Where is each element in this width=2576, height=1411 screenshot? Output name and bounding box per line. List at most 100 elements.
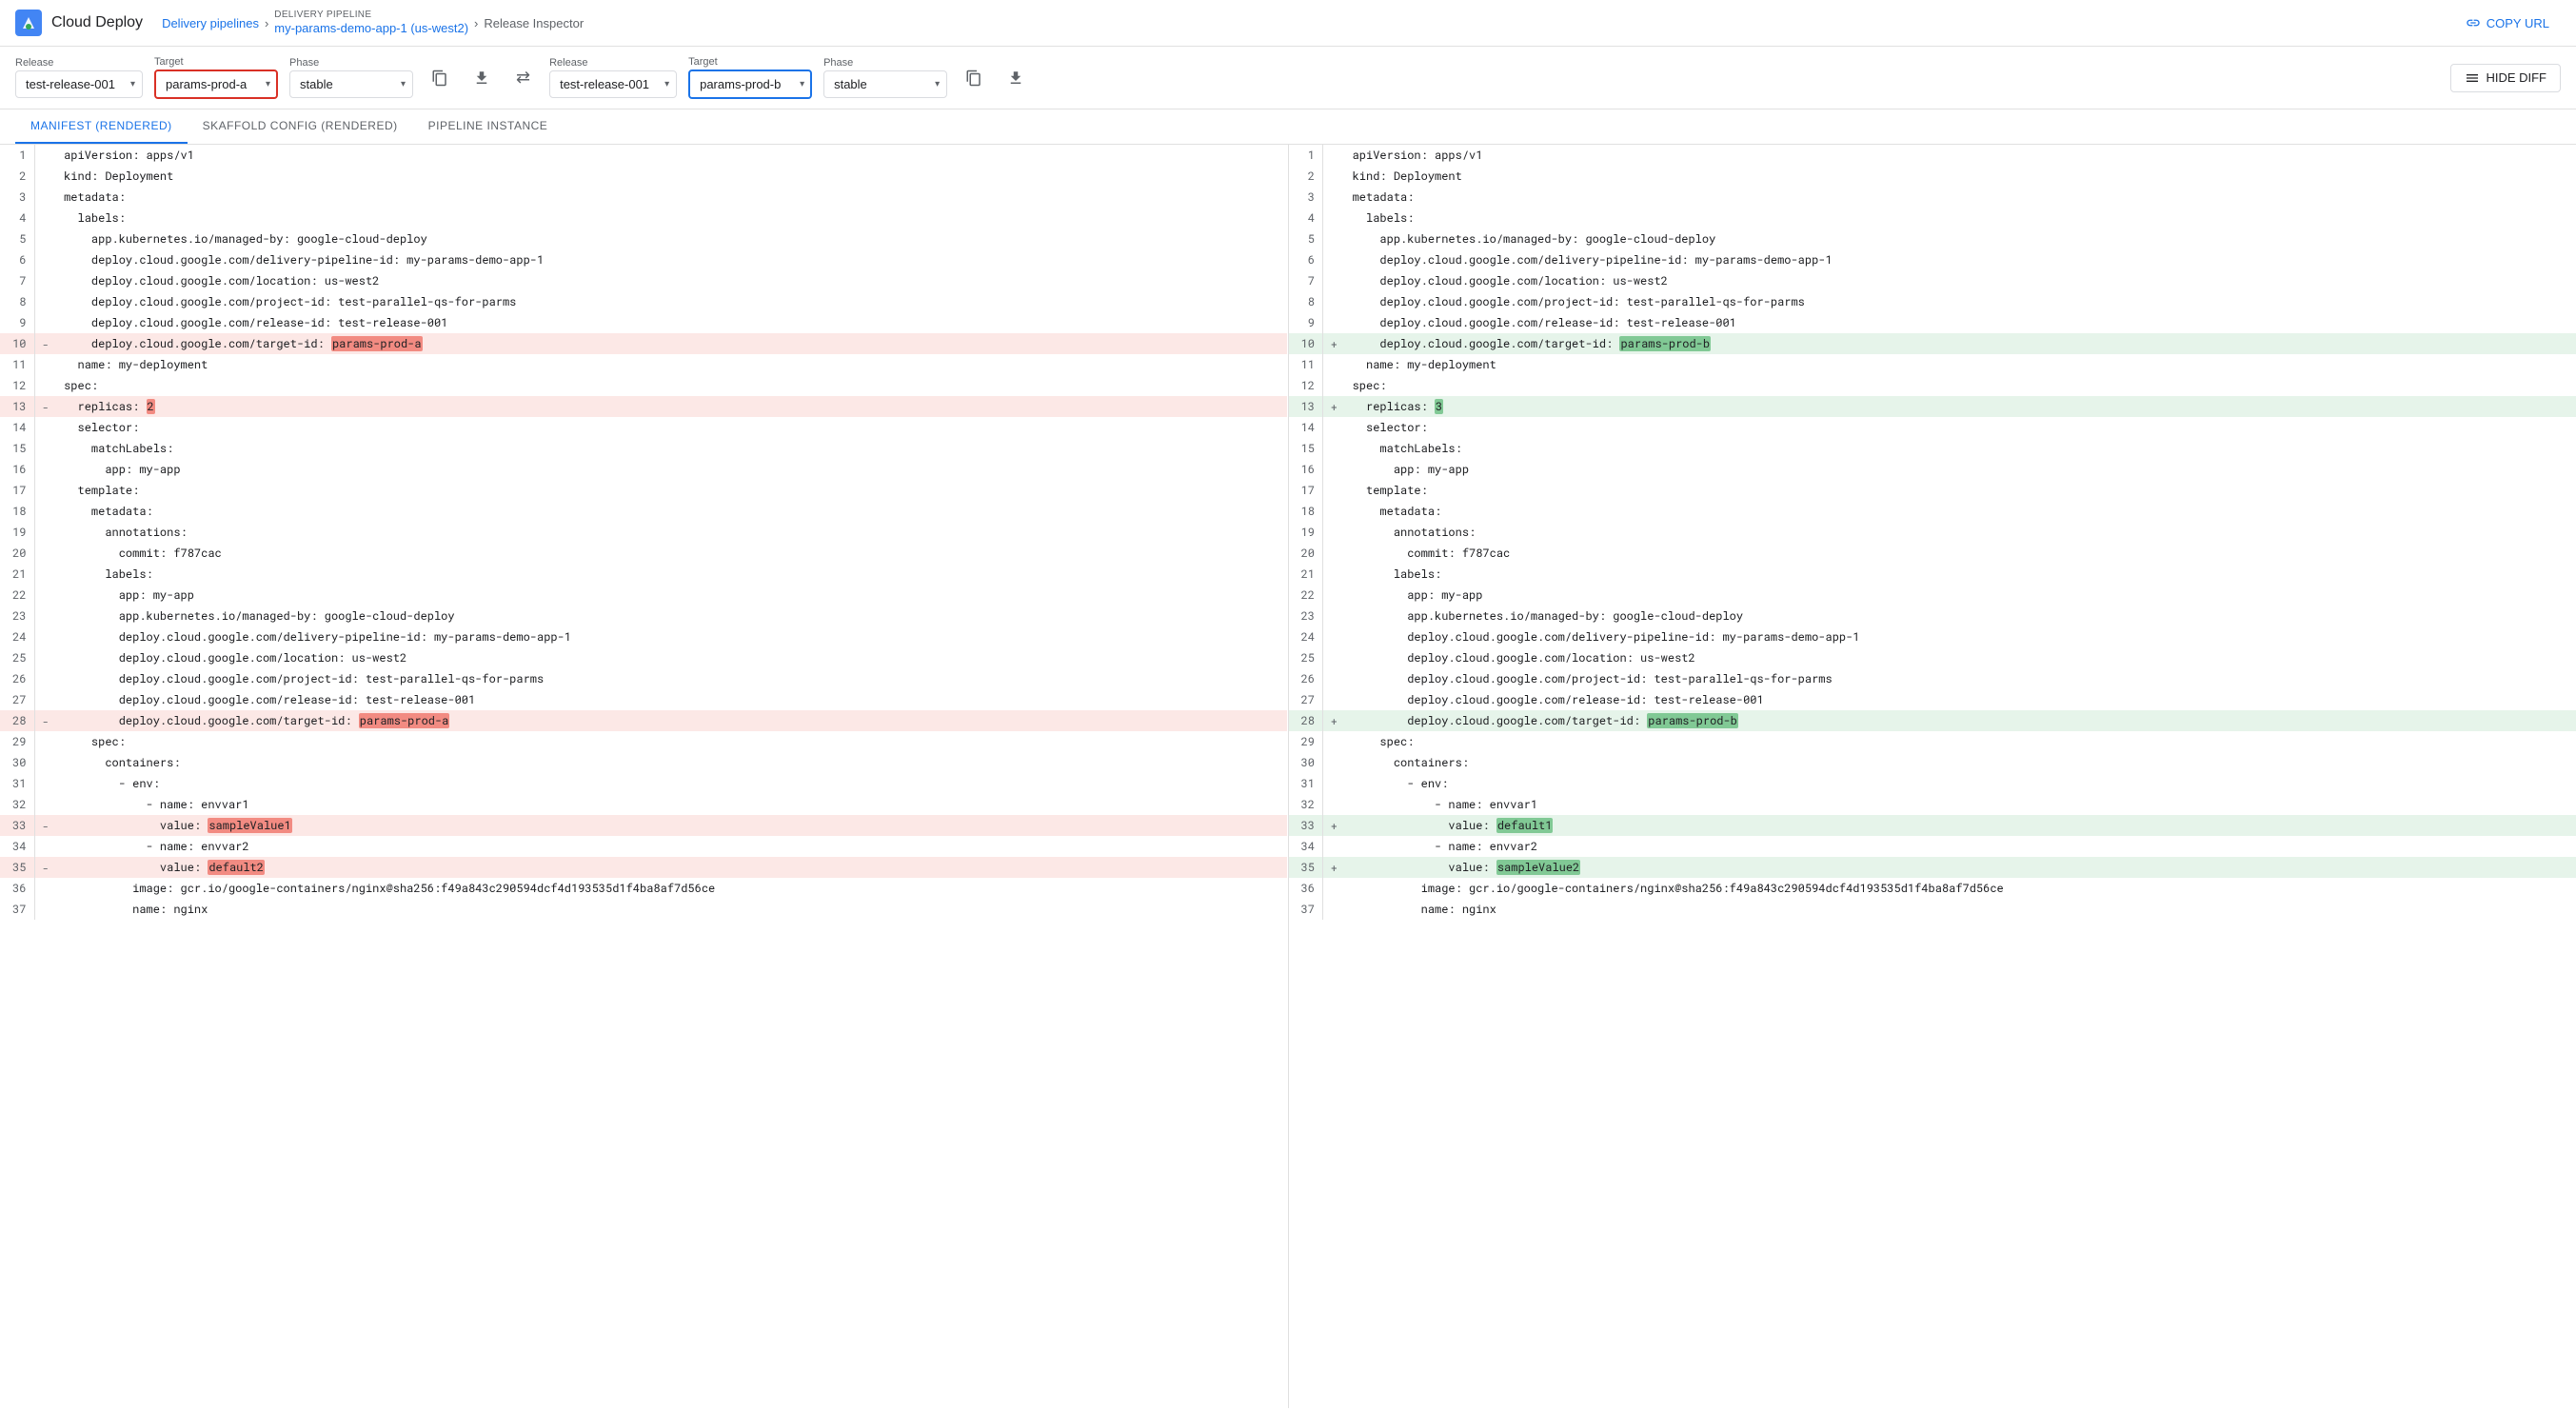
code-line: deploy.cloud.google.com/release-id: test… — [1345, 312, 2576, 333]
table-row: 25 deploy.cloud.google.com/location: us-… — [1289, 647, 2576, 668]
right-phase-select[interactable]: stable — [823, 70, 947, 98]
table-row: 35- value: default2 — [0, 857, 1287, 878]
diff-marker — [1323, 270, 1345, 291]
breadcrumb-sep-1: › — [265, 16, 268, 30]
line-number: 23 — [0, 606, 34, 626]
line-number: 35 — [1289, 857, 1323, 878]
table-row: 15 matchLabels: — [0, 438, 1287, 459]
line-number: 25 — [0, 647, 34, 668]
table-row: 15 matchLabels: — [1289, 438, 2576, 459]
table-row: 10- deploy.cloud.google.com/target-id: p… — [0, 333, 1287, 354]
code-line: name: my-deployment — [56, 354, 1287, 375]
line-number: 10 — [1289, 333, 1323, 354]
diff-marker — [1323, 187, 1345, 208]
diff-marker — [34, 878, 56, 899]
left-target-select[interactable]: params-prod-a — [154, 70, 278, 99]
code-line: matchLabels: — [56, 438, 1287, 459]
line-number: 7 — [0, 270, 34, 291]
line-number: 13 — [0, 396, 34, 417]
diff-marker — [34, 668, 56, 689]
line-number: 37 — [1289, 899, 1323, 920]
tab-manifest[interactable]: MANIFEST (RENDERED) — [15, 109, 188, 144]
right-release-select[interactable]: test-release-001 — [549, 70, 677, 98]
left-phase-label: Phase — [289, 57, 413, 69]
line-number: 36 — [0, 878, 34, 899]
left-phase-select[interactable]: stable — [289, 70, 413, 98]
breadcrumb-pipeline-name[interactable]: my-params-demo-app-1 (us-west2) — [274, 21, 468, 36]
left-release-select[interactable]: test-release-001 — [15, 70, 143, 98]
line-number: 33 — [0, 815, 34, 836]
code-line: deploy.cloud.google.com/project-id: test… — [56, 668, 1287, 689]
download-right-button[interactable] — [1001, 63, 1031, 93]
copy-url-button[interactable]: COPY URL — [2454, 10, 2561, 36]
download-left-button[interactable] — [466, 63, 497, 93]
table-row: 21 labels: — [1289, 564, 2576, 585]
hide-diff-button[interactable]: HIDE DIFF — [2450, 64, 2561, 92]
table-row: 23 app.kubernetes.io/managed-by: google-… — [0, 606, 1287, 626]
line-number: 22 — [1289, 585, 1323, 606]
right-target-select[interactable]: params-prod-b — [688, 70, 812, 99]
download-icon — [473, 70, 490, 87]
diff-marker — [34, 249, 56, 270]
diff-marker — [34, 438, 56, 459]
table-row: 26 deploy.cloud.google.com/project-id: t… — [1289, 668, 2576, 689]
code-line: commit: f787cac — [1345, 543, 2576, 564]
line-number: 2 — [0, 166, 34, 187]
tab-skaffold[interactable]: SKAFFOLD CONFIG (RENDERED) — [188, 109, 413, 144]
right-code-table: 1apiVersion: apps/v12kind: Deployment3me… — [1289, 145, 2576, 920]
code-line: containers: — [1345, 752, 2576, 773]
line-number: 3 — [1289, 187, 1323, 208]
code-line: value: sampleValue2 — [1345, 857, 2576, 878]
line-number: 11 — [1289, 354, 1323, 375]
left-diff-pane[interactable]: 1apiVersion: apps/v12kind: Deployment3me… — [0, 145, 1289, 1408]
diff-marker: + — [1323, 710, 1345, 731]
diff-marker: - — [34, 815, 56, 836]
table-row: 8 deploy.cloud.google.com/project-id: te… — [0, 291, 1287, 312]
right-target-label: Target — [688, 56, 812, 68]
table-row: 2kind: Deployment — [1289, 166, 2576, 187]
left-phase-field: Phase stable ▾ — [289, 57, 413, 98]
line-number: 14 — [0, 417, 34, 438]
copy-right-button[interactable] — [959, 63, 989, 93]
table-row: 29 spec: — [0, 731, 1287, 752]
cloud-deploy-logo-icon — [15, 10, 42, 36]
line-number: 13 — [1289, 396, 1323, 417]
code-line: template: — [56, 480, 1287, 501]
code-line: labels: — [1345, 208, 2576, 229]
code-line: value: default1 — [1345, 815, 2576, 836]
diff-marker: - — [34, 396, 56, 417]
diff-marker — [34, 585, 56, 606]
table-row: 17 template: — [1289, 480, 2576, 501]
line-number: 21 — [1289, 564, 1323, 585]
table-row: 13+ replicas: 3 — [1289, 396, 2576, 417]
code-line: labels: — [1345, 564, 2576, 585]
line-number: 36 — [1289, 878, 1323, 899]
line-number: 27 — [0, 689, 34, 710]
code-line: spec: — [56, 731, 1287, 752]
table-row: 34 - name: envvar2 — [0, 836, 1287, 857]
line-number: 18 — [1289, 501, 1323, 522]
left-target-label: Target — [154, 56, 278, 68]
code-line: labels: — [56, 564, 1287, 585]
table-row: 35+ value: sampleValue2 — [1289, 857, 2576, 878]
diff-marker — [34, 166, 56, 187]
diff-marker — [1323, 354, 1345, 375]
line-number: 28 — [1289, 710, 1323, 731]
table-row: 23 app.kubernetes.io/managed-by: google-… — [1289, 606, 2576, 626]
table-row: 17 template: — [0, 480, 1287, 501]
table-row: 27 deploy.cloud.google.com/release-id: t… — [0, 689, 1287, 710]
code-line: deploy.cloud.google.com/release-id: test… — [56, 689, 1287, 710]
diff-icon — [2465, 70, 2480, 86]
table-row: 24 deploy.cloud.google.com/delivery-pipe… — [1289, 626, 2576, 647]
breadcrumb-delivery-pipelines[interactable]: Delivery pipelines — [162, 16, 259, 30]
hide-diff-label: HIDE DIFF — [2486, 70, 2546, 85]
tab-pipeline[interactable]: PIPELINE INSTANCE — [413, 109, 564, 144]
right-diff-pane[interactable]: 1apiVersion: apps/v12kind: Deployment3me… — [1289, 145, 2576, 1408]
right-release-field: Release test-release-001 ▾ — [549, 57, 677, 98]
table-row: 33+ value: default1 — [1289, 815, 2576, 836]
code-line: - env: — [1345, 773, 2576, 794]
diff-marker — [1323, 229, 1345, 249]
copy-left-button[interactable] — [425, 63, 455, 93]
table-row: 5 app.kubernetes.io/managed-by: google-c… — [0, 229, 1287, 249]
line-number: 33 — [1289, 815, 1323, 836]
